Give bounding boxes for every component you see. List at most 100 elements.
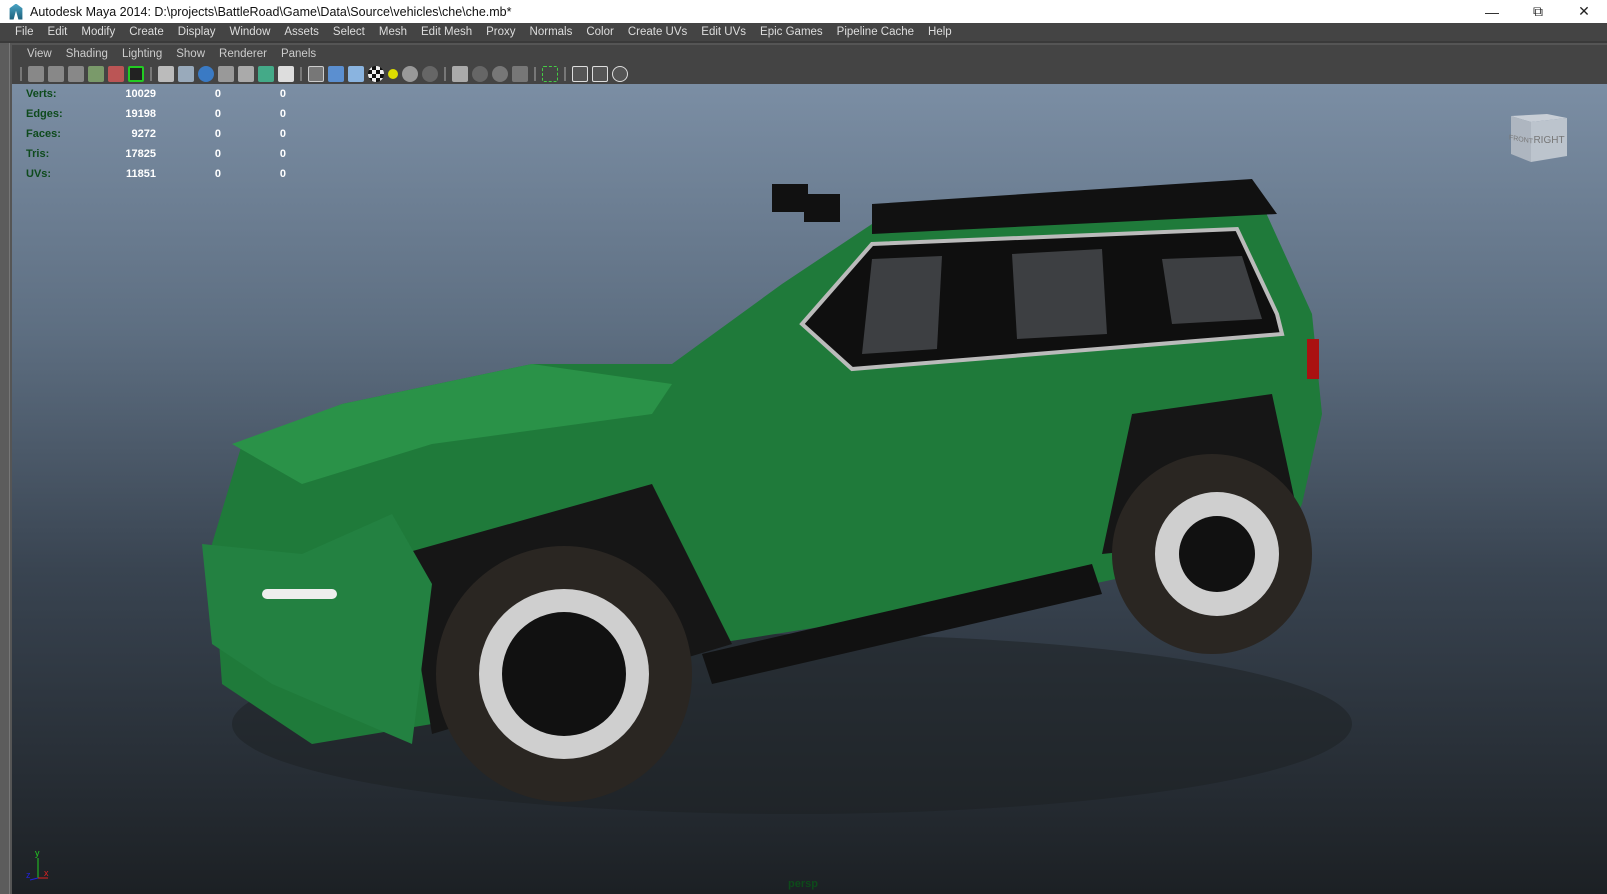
hud-value: 17825 <box>125 148 156 160</box>
hud-value: 10029 <box>125 88 156 100</box>
left-edge-bar <box>0 43 10 894</box>
frame-all-icon[interactable] <box>572 65 588 82</box>
resolution-gate-icon[interactable] <box>198 65 214 82</box>
toolbar-separator <box>300 66 302 81</box>
menu-window[interactable]: Window <box>229 26 270 38</box>
textured-icon[interactable] <box>368 65 384 82</box>
window-glass <box>1012 249 1107 339</box>
all-lights-icon[interactable] <box>402 65 418 82</box>
panel-toolbar <box>12 63 1607 84</box>
menu-normals[interactable]: Normals <box>530 26 573 38</box>
xray-icon[interactable] <box>472 65 488 82</box>
minimize-button[interactable]: — <box>1469 0 1515 23</box>
safe-title-icon[interactable] <box>278 65 294 82</box>
menu-file[interactable]: File <box>15 26 34 38</box>
hud-value: 0 <box>214 168 221 180</box>
menu-proxy[interactable]: Proxy <box>486 26 515 38</box>
camera-name-label: persp <box>788 878 818 890</box>
menu-select[interactable]: Select <box>333 26 365 38</box>
hud-value: 0 <box>214 108 221 120</box>
hud-value: 9272 <box>131 128 156 140</box>
camera-select-icon[interactable] <box>28 65 44 82</box>
panel-menu-renderer[interactable]: Renderer <box>219 48 267 60</box>
panel-menu-view[interactable]: View <box>27 48 52 60</box>
share-icon[interactable] <box>612 65 628 82</box>
two-d-pan-zoom-icon[interactable] <box>108 65 124 82</box>
hud-label: Tris: <box>26 148 50 160</box>
menu-create[interactable]: Create <box>129 26 164 38</box>
maya-logo-icon <box>9 3 23 20</box>
frame-selection-icon[interactable] <box>592 65 608 82</box>
image-plane-icon[interactable] <box>88 65 104 82</box>
hud-value: 0 <box>214 128 221 140</box>
gate-mask-icon[interactable] <box>218 65 234 82</box>
grid-icon[interactable] <box>158 65 174 82</box>
toolbar-separator <box>564 66 566 81</box>
menu-edit-mesh[interactable]: Edit Mesh <box>421 26 472 38</box>
hud-label: Edges: <box>26 108 63 120</box>
panel-menu-show[interactable]: Show <box>176 48 205 60</box>
hud-row-verts: Verts: 10029 0 0 <box>26 84 286 104</box>
axis-z-label: z <box>26 870 31 880</box>
panel-menu-shading[interactable]: Shading <box>66 48 108 60</box>
bookmark-icon[interactable] <box>68 65 84 82</box>
hud-value: 0 <box>214 88 221 100</box>
grease-pencil-icon[interactable] <box>128 65 144 82</box>
window-title: Autodesk Maya 2014: D:\projects\BattleRo… <box>30 4 512 19</box>
main-menu-bar: File Edit Modify Create Display Window A… <box>0 23 1607 43</box>
toolbar-separator <box>444 66 446 81</box>
field-chart-icon[interactable] <box>238 65 254 82</box>
menu-epic-games[interactable]: Epic Games <box>760 26 823 38</box>
view-cube[interactable]: FRONT RIGHT <box>1507 106 1571 164</box>
menu-modify[interactable]: Modify <box>81 26 115 38</box>
menu-help[interactable]: Help <box>928 26 952 38</box>
smooth-shade-icon[interactable] <box>328 65 344 82</box>
axis-x-label: x <box>44 868 49 878</box>
selection-highlight-icon[interactable] <box>542 65 558 82</box>
menu-display[interactable]: Display <box>178 26 216 38</box>
hud-value: 0 <box>214 148 221 160</box>
menu-color[interactable]: Color <box>586 26 613 38</box>
panel-menu-bar: View Shading Lighting Show Renderer Pane… <box>12 45 1607 63</box>
xray-joints-icon[interactable] <box>492 65 508 82</box>
menu-mesh[interactable]: Mesh <box>379 26 407 38</box>
toolbar-separator <box>534 66 536 81</box>
menu-edit-uvs[interactable]: Edit UVs <box>701 26 746 38</box>
menu-create-uvs[interactable]: Create UVs <box>628 26 687 38</box>
hud-value: 0 <box>279 128 286 140</box>
film-gate-icon[interactable] <box>178 65 194 82</box>
toolbar-separator <box>150 66 152 81</box>
hud-value: 0 <box>279 168 286 180</box>
camera-attributes-icon[interactable] <box>48 65 64 82</box>
panel-menu-lighting[interactable]: Lighting <box>122 48 162 60</box>
perspective-viewport[interactable]: Verts: 10029 0 0 Edges: 19198 0 0 Faces: 9272 0 0… <box>12 84 1607 894</box>
menu-edit[interactable]: Edit <box>48 26 68 38</box>
hud-row-uvs: UVs: 11851 0 0 <box>26 164 286 184</box>
wireframe-on-shaded-icon[interactable] <box>348 65 364 82</box>
hud-value: 0 <box>279 108 286 120</box>
menu-pipeline-cache[interactable]: Pipeline Cache <box>837 26 914 38</box>
menu-assets[interactable]: Assets <box>284 26 319 38</box>
safe-action-icon[interactable] <box>258 65 274 82</box>
front-wheel <box>436 546 692 802</box>
toolbar-separator <box>20 66 22 81</box>
hud-value: 11851 <box>126 168 156 180</box>
wireframe-icon[interactable] <box>308 65 324 82</box>
hud-label: UVs: <box>26 168 52 180</box>
axis-y-label: y <box>35 848 40 858</box>
close-button[interactable]: ✕ <box>1561 0 1607 23</box>
panel-menu-panels[interactable]: Panels <box>281 48 316 60</box>
shadows-icon[interactable] <box>422 65 438 82</box>
default-lighting-icon[interactable] <box>388 68 398 79</box>
hud-value: 0 <box>279 148 286 160</box>
hud-value: 19198 <box>125 108 156 120</box>
isolate-select-icon[interactable] <box>452 65 468 82</box>
axis-gizmo: y x z <box>26 848 49 881</box>
restore-button[interactable]: ⧉ <box>1515 0 1561 23</box>
backface-culling-icon[interactable] <box>512 65 528 82</box>
title-bar: Autodesk Maya 2014: D:\projects\BattleRo… <box>0 0 1607 23</box>
hud-row-tris: Tris: 17825 0 0 <box>26 144 286 164</box>
viewcube-right-label: RIGHT <box>1533 135 1564 146</box>
vehicle-model <box>202 179 1352 814</box>
hud-label: Faces: <box>26 128 61 140</box>
